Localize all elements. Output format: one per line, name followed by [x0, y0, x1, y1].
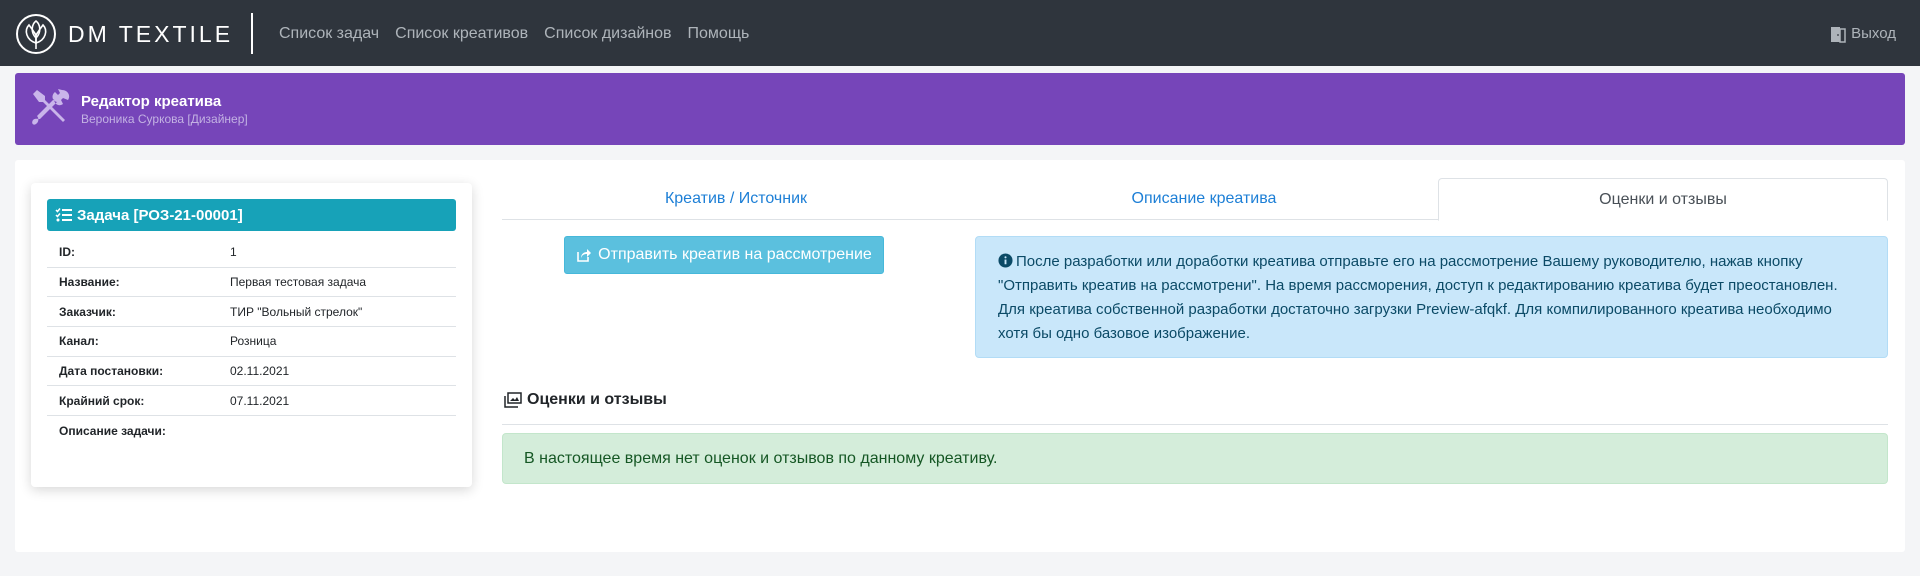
task-label: Описание задачи:: [59, 423, 166, 438]
page-title: Редактор креатива: [81, 93, 222, 110]
task-header-label: Задача [РОЗ-21-00001]: [77, 206, 243, 224]
nav-links: Список задач Список креативов Список диз…: [279, 24, 765, 44]
brand-name[interactable]: DM TEXTILE: [68, 20, 233, 48]
task-value: Розница: [230, 334, 277, 349]
exit-link[interactable]: Выход: [1829, 24, 1896, 44]
task-label: ID:: [59, 245, 75, 260]
task-label: Название:: [59, 275, 120, 290]
task-details-table: ID: 1 Название: Первая тестовая задача З…: [47, 238, 456, 446]
task-header: Задача [РОЗ-21-00001]: [47, 199, 456, 231]
task-card: Задача [РОЗ-21-00001] ID: 1 Название: Пе…: [31, 183, 472, 487]
tools-icon: [29, 86, 73, 130]
task-row-customer: Заказчик: ТИР "Вольный стрелок": [47, 297, 456, 328]
images-icon: [504, 392, 522, 408]
current-user: Вероника Суркова [Дизайнер]: [81, 112, 248, 126]
task-value: Первая тестовая задача: [230, 275, 367, 290]
task-row-description: Описание задачи:: [47, 416, 456, 446]
task-row-channel: Канал: Розница: [47, 327, 456, 357]
info-alert-text: После разработки или доработки креатива …: [998, 253, 1838, 342]
reviews-title-label: Оценки и отзывы: [527, 391, 667, 408]
task-label: Канал:: [59, 334, 99, 349]
door-exit-icon: [1831, 27, 1846, 43]
task-row-id: ID: 1: [47, 238, 456, 268]
task-row-deadline: Крайний срок: 07.11.2021: [47, 386, 456, 417]
send-for-review-label: Отправить креатив на рассмотрение: [598, 246, 872, 263]
task-label: Заказчик:: [59, 304, 116, 319]
no-reviews-alert: В настоящее время нет оценок и отзывов п…: [502, 433, 1888, 484]
task-label: Дата постановки:: [59, 364, 164, 379]
tasks-list-icon: [55, 208, 72, 222]
task-value: 07.11.2021: [230, 393, 290, 408]
task-label: Крайний срок:: [59, 393, 145, 408]
cotton-flower-icon[interactable]: [16, 14, 56, 54]
exit-label: Выход: [1851, 25, 1896, 42]
tab-creative-source[interactable]: Креатив / Источник: [502, 178, 970, 220]
reviews-section-title: Оценки и отзывы: [504, 391, 667, 409]
nav-link-creatives[interactable]: Список креативов: [395, 24, 528, 44]
section-divider: [502, 424, 1888, 425]
nav-divider: [251, 13, 253, 54]
nav-link-help[interactable]: Помощь: [688, 24, 750, 44]
task-row-start-date: Дата постановки: 02.11.2021: [47, 357, 456, 387]
share-square-icon: [577, 249, 592, 262]
nav-link-designs[interactable]: Список дизайнов: [544, 24, 671, 44]
task-row-name: Название: Первая тестовая задача: [47, 268, 456, 298]
task-value: ТИР "Вольный стрелок": [230, 304, 363, 319]
task-value: 1: [230, 245, 237, 260]
tab-creative-description[interactable]: Описание креатива: [970, 178, 1438, 220]
main-panel: Задача [РОЗ-21-00001] ID: 1 Название: Пе…: [15, 160, 1905, 552]
info-circle-icon: [998, 253, 1013, 268]
editor-tabs: Креатив / Источник Описание креатива Оце…: [502, 178, 1888, 221]
task-value: 02.11.2021: [230, 364, 290, 379]
send-for-review-button[interactable]: Отправить креатив на рассмотрение: [564, 236, 884, 274]
top-navbar: DM TEXTILE Список задач Список креативов…: [0, 0, 1920, 66]
info-alert: После разработки или доработки креатива …: [975, 236, 1888, 358]
tab-reviews[interactable]: Оценки и отзывы: [1438, 178, 1888, 221]
page-header-banner: Редактор креатива Вероника Суркова [Диза…: [15, 73, 1905, 145]
nav-link-tasks[interactable]: Список задач: [279, 24, 379, 44]
